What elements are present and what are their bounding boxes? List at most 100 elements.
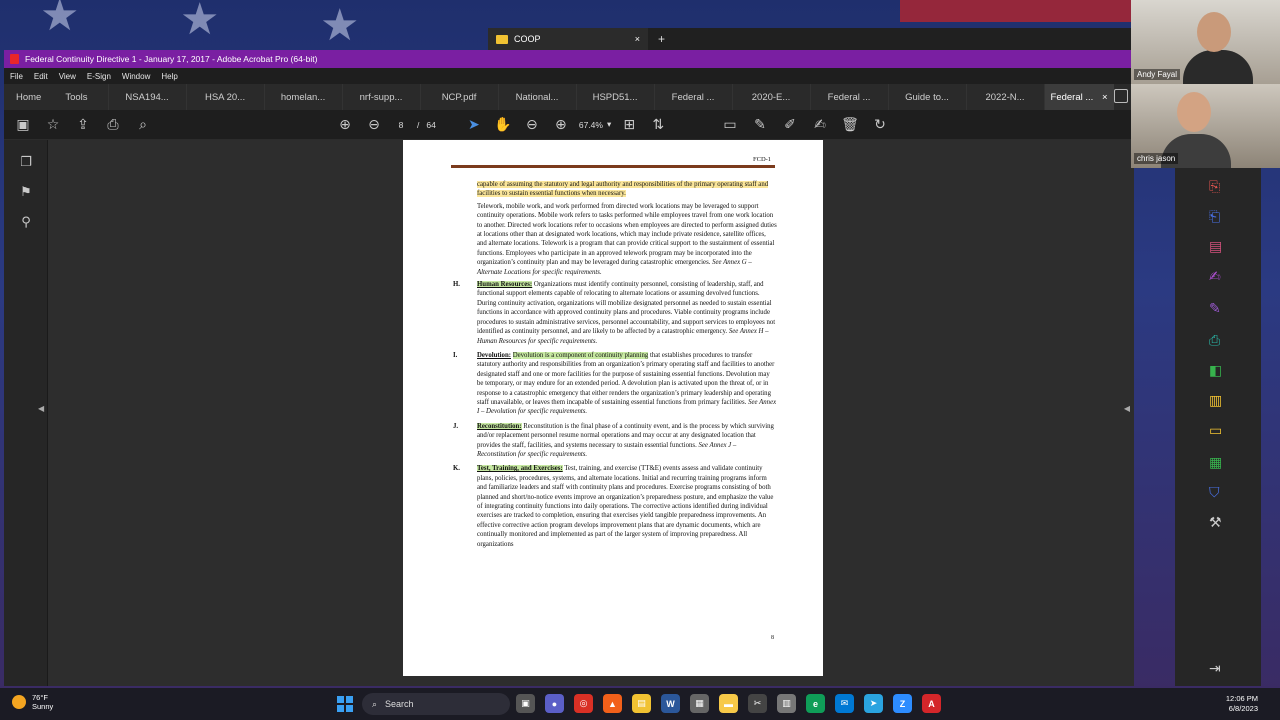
- draw-icon[interactable]: ✐: [779, 116, 801, 133]
- menu-view[interactable]: View: [59, 72, 76, 81]
- store-icon[interactable]: ▦: [690, 694, 709, 713]
- save-icon[interactable]: ▣: [12, 116, 34, 133]
- taskbar-apps: ▣ ● ◎ ▲ ▤ W ▦ ▬ ✂ ▥ e ✉ ➤ Z A: [516, 694, 941, 713]
- teams-icon[interactable]: ●: [545, 694, 564, 713]
- sticky-notes-icon[interactable]: ▤: [632, 694, 651, 713]
- highlighted-text: capable of assuming the statutory and le…: [477, 181, 769, 198]
- organize-pages-icon[interactable]: ▤: [1209, 238, 1222, 255]
- request-esign-icon[interactable]: ✍: [1209, 268, 1221, 285]
- zoom-icon[interactable]: Z: [893, 694, 912, 713]
- tab-bar-actions: [1114, 89, 1128, 103]
- taskbar: 76°F Sunny ⌕ Search ▣ ● ◎ ▲ ▤ W ▦ ▬ ✂ ▥ …: [0, 688, 1280, 720]
- collapse-right-panel-icon[interactable]: ◀: [1124, 404, 1130, 413]
- zoom-dropdown[interactable]: 67.4% ▾: [579, 119, 611, 130]
- chrome-icon[interactable]: ◎: [574, 694, 593, 713]
- zoom-in-icon[interactable]: ⊕: [550, 116, 572, 133]
- doc-tab[interactable]: Guide to...: [887, 84, 966, 110]
- tools-tab[interactable]: Tools: [53, 92, 107, 103]
- edge-icon[interactable]: e: [806, 694, 825, 713]
- more-tools-icon[interactable]: ⚒: [1209, 514, 1222, 531]
- section-heading: Reconstitution:: [477, 422, 522, 430]
- doc-tab[interactable]: 2022-N...: [965, 84, 1044, 110]
- zoom-out-icon[interactable]: ⊖: [521, 116, 543, 133]
- doc-tab[interactable]: Federal ...: [653, 84, 732, 110]
- new-tab-button[interactable]: +: [658, 32, 665, 46]
- comment-tool-icon[interactable]: ▭: [1209, 422, 1222, 439]
- zoom-value: 67.4%: [578, 119, 603, 130]
- fit-page-icon[interactable]: ⊞: [618, 116, 640, 133]
- window-layout-icon[interactable]: [1114, 89, 1128, 103]
- mail-icon[interactable]: ✉: [835, 694, 854, 713]
- file-explorer-icon[interactable]: ▬: [719, 694, 738, 713]
- export-pdf-icon[interactable]: ⎘: [1209, 178, 1220, 195]
- doc-tab[interactable]: NCP.pdf: [419, 84, 498, 110]
- page-thumbnails-icon[interactable]: ❐: [15, 154, 37, 170]
- doc-tab[interactable]: NSA194...: [107, 84, 186, 110]
- collapse-left-panel-icon[interactable]: ◀: [38, 404, 44, 413]
- calculator-icon[interactable]: ▥: [777, 694, 796, 713]
- prev-page-icon[interactable]: ⊕: [334, 116, 356, 133]
- section-heading: Devolution:: [477, 351, 511, 359]
- print-production-icon[interactable]: ▦: [1209, 454, 1222, 471]
- weather-widget[interactable]: 76°F Sunny: [12, 693, 53, 711]
- page-current-input[interactable]: 8: [392, 120, 410, 130]
- doc-tab[interactable]: Federal ...: [809, 84, 888, 110]
- scan-ocr-icon[interactable]: ⎙: [1209, 332, 1220, 349]
- close-icon[interactable]: ×: [635, 34, 640, 44]
- scroll-mode-icon[interactable]: ⇅: [647, 116, 669, 133]
- acrobat-window: Federal Continuity Directive 1 - January…: [4, 50, 1134, 686]
- document-workspace[interactable]: ❐ ⚑ ⚲ ◀ FCD-1 capable of assuming the st…: [4, 140, 1134, 686]
- doc-tab[interactable]: HSA 20...: [185, 84, 264, 110]
- fill-sign-icon[interactable]: ✎: [1209, 300, 1221, 317]
- comment-icon[interactable]: ▭: [719, 116, 741, 133]
- close-tab-icon[interactable]: ×: [1102, 92, 1108, 103]
- select-cursor-icon[interactable]: ➤: [463, 116, 485, 133]
- menu-edit[interactable]: Edit: [34, 72, 48, 81]
- create-pdf-icon[interactable]: ⎗: [1209, 208, 1220, 225]
- doc-tab[interactable]: homelan...: [263, 84, 342, 110]
- bookmark-star-icon[interactable]: ☆: [42, 116, 64, 133]
- next-page-icon[interactable]: ⊖: [363, 116, 385, 133]
- page-separator: /: [417, 119, 420, 130]
- delete-icon[interactable]: 🗑: [839, 116, 861, 133]
- upload-cloud-icon[interactable]: ⇪: [72, 116, 94, 133]
- section-h: H. Human Resources: Organizations must i…: [453, 280, 777, 346]
- hand-tool-icon[interactable]: ✋: [492, 116, 514, 133]
- explorer-tab-coop[interactable]: COOP ×: [488, 28, 648, 50]
- menu-bar: File Edit View E-Sign Window Help: [4, 68, 1134, 84]
- attachments-icon[interactable]: ⚲: [15, 214, 37, 230]
- print-icon[interactable]: ⎙: [102, 116, 124, 133]
- doc-tab[interactable]: HSPD51...: [575, 84, 654, 110]
- task-view-icon[interactable]: ▣: [516, 694, 535, 713]
- snipping-tool-icon[interactable]: ✂: [748, 694, 767, 713]
- acrobat-icon[interactable]: A: [922, 694, 941, 713]
- doc-tab[interactable]: nrf-supp...: [341, 84, 420, 110]
- start-button[interactable]: [337, 696, 353, 712]
- doc-tab[interactable]: National...: [497, 84, 576, 110]
- system-clock[interactable]: 12:06 PM 6/8/2023: [1226, 694, 1258, 714]
- doc-tab[interactable]: 2020-E...: [731, 84, 810, 110]
- menu-esign[interactable]: E-Sign: [87, 72, 111, 81]
- chevron-down-icon: ▾: [606, 119, 612, 129]
- search-icon[interactable]: ⌕: [132, 116, 154, 133]
- telegram-icon[interactable]: ➤: [864, 694, 883, 713]
- home-tab[interactable]: Home: [4, 92, 53, 103]
- acrobat-logo-icon: [10, 54, 19, 64]
- bookmarks-icon[interactable]: ⚑: [15, 184, 37, 200]
- taskbar-search[interactable]: ⌕ Search: [362, 693, 510, 715]
- edit-pdf-icon[interactable]: ▥: [1209, 392, 1222, 409]
- rotate-icon[interactable]: ↻: [869, 116, 891, 133]
- menu-help[interactable]: Help: [161, 72, 177, 81]
- menu-file[interactable]: File: [10, 72, 23, 81]
- compare-files-icon[interactable]: ◧: [1209, 362, 1222, 379]
- brave-icon[interactable]: ▲: [603, 694, 622, 713]
- menu-window[interactable]: Window: [122, 72, 150, 81]
- highlight-pen-icon[interactable]: ✎: [749, 116, 771, 133]
- left-navigation-rail: ❐ ⚑ ⚲: [4, 140, 48, 686]
- doc-tab-active[interactable]: Federal ... ×: [1043, 84, 1114, 110]
- expand-panel-icon[interactable]: ⇥: [1209, 660, 1221, 677]
- fill-sign-icon[interactable]: ✍: [809, 116, 831, 133]
- protect-icon[interactable]: ⛉: [1209, 484, 1220, 501]
- word-icon[interactable]: W: [661, 694, 680, 713]
- page-total: 64: [426, 119, 436, 130]
